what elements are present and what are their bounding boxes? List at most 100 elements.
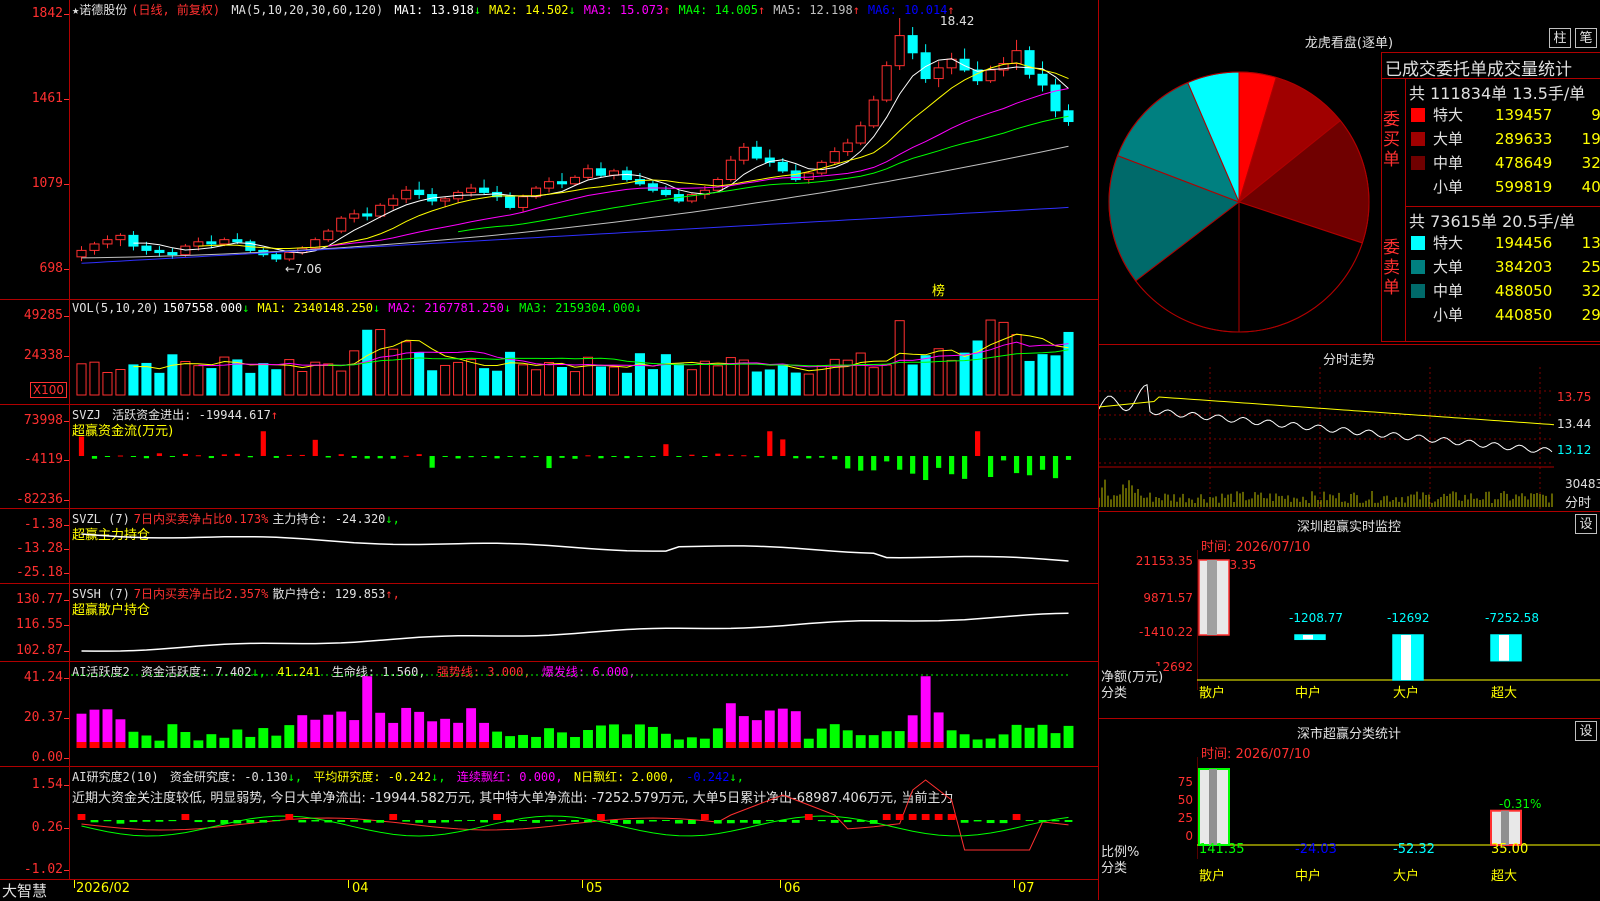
volume-bar [595,366,607,396]
ma-line [81,145,1069,259]
activity-bar [245,736,256,748]
ai-activity-panel[interactable]: 41.24 20.37 0.00 AI活跃度2 资金活跃度: 7.402↓, 4… [0,662,1098,767]
legend-swatch [1411,180,1425,194]
y-label: 116.55 [16,617,69,632]
classify-title: 深市超赢分类统计 [1296,727,1401,742]
y-label: -1.02 [23,862,70,877]
svzl-chart[interactable] [71,509,1097,583]
research-bar [804,814,813,820]
side-divider [1405,79,1406,342]
activity-bar [492,731,503,748]
research-bar [259,820,268,823]
svzl-panel[interactable]: -1.38 -13.28 -25.18 SVZL (7) 7日内买卖净占比0.17… [0,509,1098,584]
volume-bar [245,372,256,396]
research-bar [999,820,1008,824]
legend-swatch [1411,156,1425,170]
research-bar [1012,814,1021,820]
svzj-panel[interactable]: 73998 -4119 -82236 SVZJ 活跃资金进出: -19944.6… [0,405,1098,509]
candle-body [128,234,139,247]
research-bar [843,820,852,823]
cls-y: 25 [1177,811,1193,825]
volume-bar [193,365,204,396]
svsh-chart[interactable] [71,584,1097,661]
vol-unit-badge[interactable]: X100 [29,382,67,398]
volume-chart[interactable] [71,300,1097,404]
legend-swatch [1411,308,1425,322]
row-pct: 13% [1581,234,1600,252]
activity-bar [1063,725,1074,748]
activity-bar [284,725,295,748]
research-bar [739,820,748,823]
row-value: 440850 [1495,306,1553,324]
candlestick-chart[interactable] [71,0,1097,299]
volume-bar [1063,331,1074,396]
retail-line [81,612,1069,652]
buy-total: 共 111834单 13.5手/单 [1409,84,1586,103]
stat-row: 大单 384203 25% [1411,256,1600,277]
research-bar [1038,820,1047,822]
activity-bar [1050,733,1061,748]
volume-panel[interactable]: 49285 24338 X100 VOL(5,10,20) 1507558.000… [0,300,1098,405]
ai-research-panel[interactable]: 1.54 0.26 -1.02 AI研究度2(10) 资金研究度: -0.130… [0,767,1098,880]
monitor-panel[interactable]: 深圳超赢实时监控 设 时间: 2026/07/10 21153.35 21153… [1099,512,1600,719]
ai-research-chart[interactable] [71,767,1097,879]
minute-chart[interactable] [1099,367,1600,511]
activity-bar [544,728,554,748]
bar-view-button[interactable]: 柱 [1549,28,1571,48]
research-bar [584,820,592,823]
research-bar [662,820,670,822]
activity-bar [557,732,567,748]
activity-bar [855,735,866,748]
order-pie-chart [1108,71,1370,333]
monitor-settings-button[interactable]: 设 [1575,514,1597,534]
flow-bar [702,456,708,457]
x-axis-bar: 大智慧 2026/02 04 05 06 07 [0,880,1098,900]
tick-view-button[interactable]: 笔 [1575,28,1597,48]
activity-base [933,742,944,748]
cls-y: 0 [1185,829,1193,843]
kline-panel[interactable]: 1842 1461 1079 698 ★诺德股份 (日线, 前复权) MA(5,1… [0,0,1098,300]
research-bar [181,814,190,820]
classify-settings-button[interactable]: 设 [1575,721,1597,741]
volume-bar [1050,355,1061,396]
research-bar [1051,820,1060,822]
activity-bar [998,734,1009,748]
volume-bar [946,359,957,396]
mon-y: 9871.57 [1143,591,1193,605]
buy-side-label: 委买单 [1383,110,1400,170]
volume-bar [76,363,87,396]
dragon-list-mark: 榜 [932,284,946,299]
research-bar [376,820,385,823]
volume-bar [141,362,152,396]
candle-body [868,99,879,127]
research-bar [869,820,878,824]
stat-row: 中单 478649 32% [1411,152,1600,173]
candle-body [271,254,282,260]
min-y: 13.44 [1557,417,1592,431]
research-bar [129,820,138,823]
candle-body [479,187,490,193]
volume-bar [258,363,269,396]
volume-bar [180,361,191,396]
research-bar [921,814,930,820]
research-bar [194,820,203,823]
activity-base [89,742,100,748]
research-bar [726,820,735,824]
research-bar [687,820,696,824]
volume-bar [323,363,334,396]
svsh-panel[interactable]: 130.77 116.55 102.87 SVSH (7) 7日内买卖净占比2.3… [0,584,1098,662]
volume-bar [543,361,555,396]
flow-bar [403,455,409,457]
row-pct: 29% [1581,306,1600,324]
stat-row: 特大 139457 9% [1411,104,1600,125]
ma-line [81,206,1069,264]
flow-bar [260,431,266,456]
minute-panel[interactable]: 分时走势 13.75 13.44 13.12 30483 分时 [1099,345,1600,512]
candle-body [115,234,126,241]
classify-category: 散户 [1199,869,1226,884]
y-label: 102.87 [16,643,69,658]
ai-activity-chart[interactable] [71,662,1097,766]
svzj-chart[interactable] [71,405,1097,508]
classify-panel[interactable]: 深市超赢分类统计 设 时间: 2026/07/10 75 50 25 0 比例%… [1099,719,1600,900]
flow-bar [689,454,695,456]
